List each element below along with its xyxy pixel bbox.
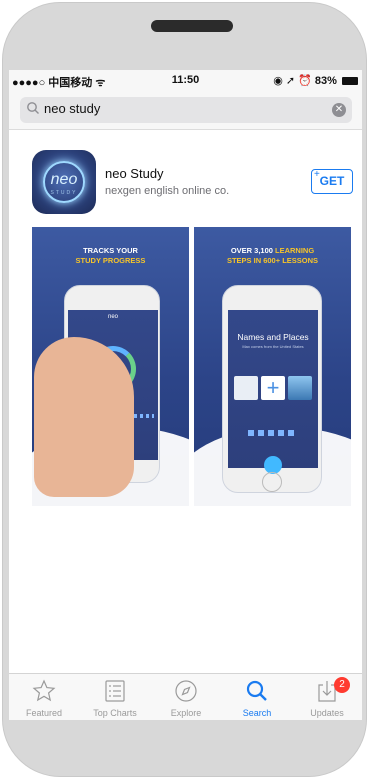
- person-tile: [234, 376, 258, 400]
- status-indicators: ◉ ➚ ⏰ 83%: [273, 75, 337, 87]
- app-screenshot-1[interactable]: TRACKS YOUR STUDY PROGRESS neo A2: [32, 227, 189, 506]
- search-icon: [246, 680, 267, 701]
- caption-line: OVER 3,100 LEARNING: [194, 246, 351, 256]
- status-bar: ●●●●○ 中国移动 ᯤ 11:50 ◉ ➚ ⏰ 83%: [9, 70, 362, 90]
- status-right: ◉ ➚ ⏰ 83%: [273, 74, 358, 87]
- caption-highlight: STEPS IN 600+ LESSONS: [226, 256, 319, 265]
- caption-highlight: LEARNING: [275, 246, 315, 255]
- landmark-tile: [288, 376, 312, 400]
- app-name[interactable]: neo Study: [105, 166, 164, 181]
- tab-search[interactable]: Search: [222, 674, 292, 720]
- get-button[interactable]: + GET: [311, 169, 353, 194]
- tab-label: Updates: [310, 708, 344, 718]
- search-icon: [27, 102, 39, 114]
- mock-screen-title: Names and Places: [237, 332, 309, 342]
- screenshot-2-caption: OVER 3,100 LEARNING STEPS IN 600+ LESSON…: [194, 246, 351, 266]
- list-icon: [105, 680, 125, 702]
- progress-dots: [248, 430, 298, 436]
- mock-home-button: [262, 472, 282, 492]
- app-developer: nexgen english online co.: [105, 185, 230, 197]
- hand-image: [34, 337, 134, 497]
- phone-speaker: [151, 20, 233, 32]
- app-icon[interactable]: neo STUDY: [32, 150, 96, 214]
- phone-frame: ●●●●○ 中国移动 ᯤ 11:50 ◉ ➚ ⏰ 83% ✕ neo STU: [2, 2, 367, 777]
- tab-label: Featured: [25, 708, 63, 718]
- mock-app-label: neo: [107, 314, 118, 320]
- caption-line: TRACKS YOUR: [83, 246, 138, 255]
- search-bar[interactable]: ✕: [20, 97, 352, 123]
- tab-top-charts[interactable]: Top Charts: [80, 674, 150, 720]
- app-screenshot-2[interactable]: OVER 3,100 LEARNING STEPS IN 600+ LESSON…: [194, 227, 351, 506]
- get-button-label: GET: [319, 174, 345, 188]
- phone-screen: ●●●●○ 中国移动 ᯤ 11:50 ◉ ➚ ⏰ 83% ✕ neo STU: [9, 70, 362, 720]
- mock-screen-subtitle: Max comes from the United States: [242, 344, 304, 349]
- tab-explore[interactable]: Explore: [151, 674, 221, 720]
- search-result-app[interactable]: neo STUDY neo Study nexgen english onlin…: [9, 130, 362, 216]
- tab-featured[interactable]: Featured: [9, 674, 79, 720]
- battery-icon: [342, 77, 358, 86]
- clear-search-icon[interactable]: ✕: [332, 103, 346, 117]
- star-icon: [32, 679, 56, 702]
- app-icon-sub: STUDY: [50, 190, 78, 196]
- tab-label: Explore: [170, 708, 202, 718]
- compass-icon: [175, 680, 197, 702]
- search-input[interactable]: [44, 101, 314, 116]
- updates-badge: 2: [334, 677, 350, 693]
- caption-highlight: STUDY PROGRESS: [75, 256, 146, 265]
- tab-updates[interactable]: 2 Updates: [292, 674, 362, 720]
- mock-phone-screen: Names and Places Max comes from the Unit…: [228, 310, 318, 474]
- tab-bar: Featured Top Charts Explore Search 2 Upd…: [9, 673, 362, 720]
- app-icon-word: neo: [50, 171, 78, 188]
- tab-label: Top Charts: [93, 708, 137, 718]
- screenshot-1-caption: TRACKS YOUR STUDY PROGRESS: [32, 246, 189, 266]
- get-plus-icon: +: [314, 169, 320, 180]
- caption-part: OVER 3,100: [230, 246, 276, 255]
- tab-label: Search: [242, 708, 272, 718]
- search-bar-container: ✕: [9, 90, 362, 130]
- mock-phone: Names and Places Max comes from the Unit…: [222, 285, 322, 493]
- plus-tile: +: [261, 376, 285, 400]
